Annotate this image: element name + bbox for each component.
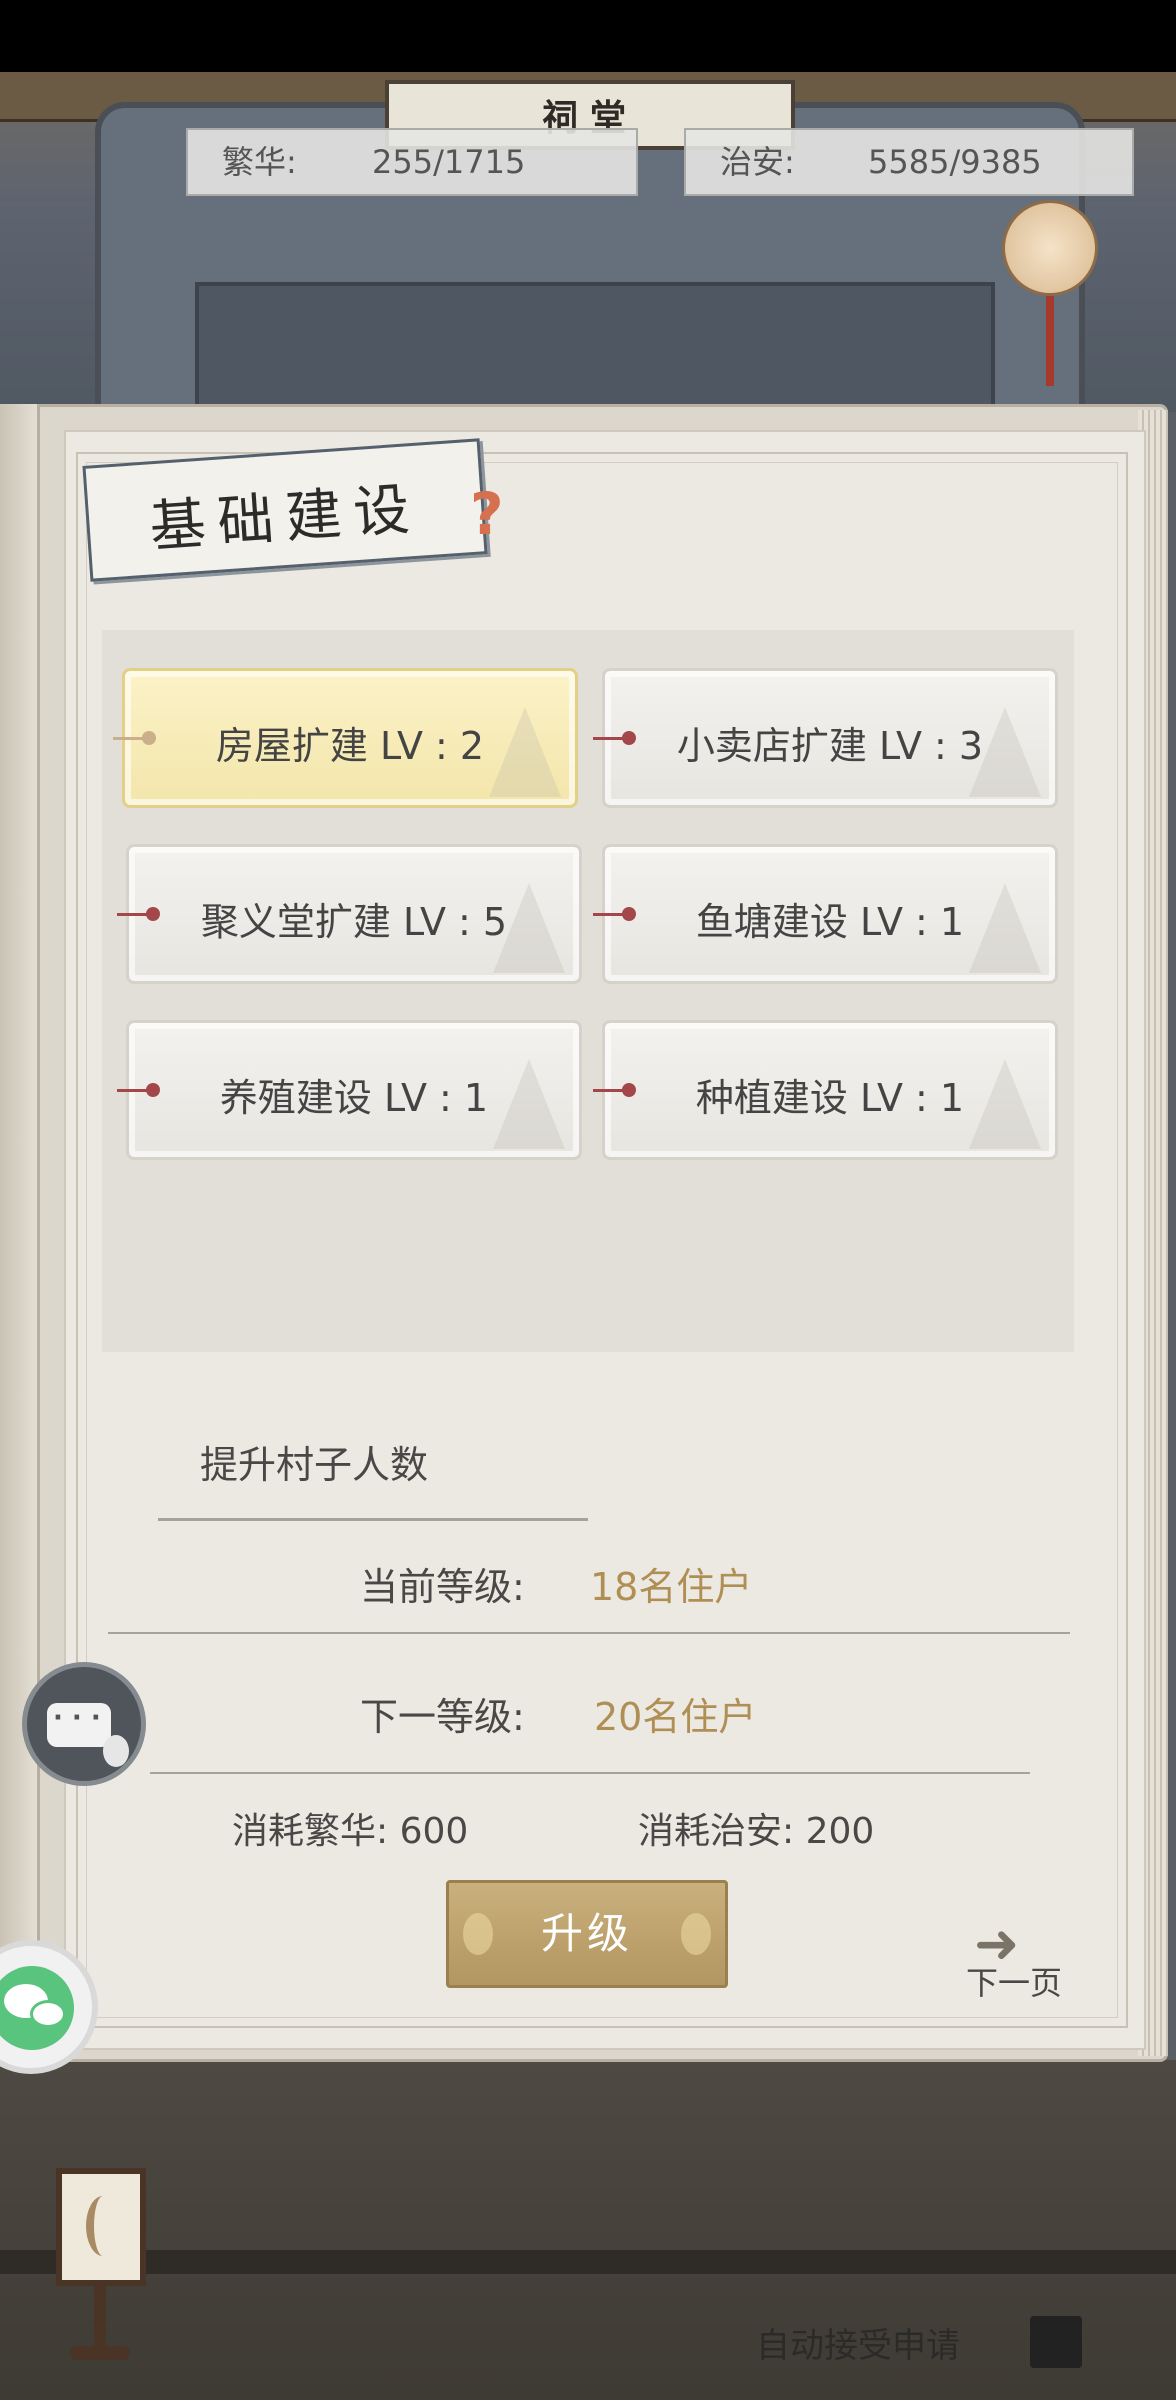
status-bar — [0, 0, 1176, 72]
current-level-label: 当前等级: — [360, 1565, 525, 1609]
lamp-icon — [56, 2168, 146, 2286]
help-icon[interactable]: ? — [470, 480, 504, 548]
building-button-farming[interactable]: 种植建设 LV : 1 — [593, 1020, 1058, 1160]
lamp-stand — [94, 2286, 106, 2350]
auto-accept-label: 自动接受申请 — [756, 2326, 960, 2366]
security-label: 治安: — [720, 143, 795, 181]
building-button-shop[interactable]: 小卖店扩建 LV : 3 — [593, 668, 1058, 808]
upgrade-description: 提升村子人数 — [200, 1443, 429, 1487]
chat-bubble-icon — [47, 1703, 111, 1747]
floor-scene — [0, 2060, 1176, 2400]
next-level-label: 下一等级: — [360, 1695, 525, 1739]
book-spine — [0, 404, 40, 2062]
chat-button[interactable] — [22, 1662, 146, 1786]
upgrade-button[interactable]: 升级 — [446, 1880, 728, 1988]
divider — [158, 1518, 588, 1521]
building-label: 种植建设 LV : 1 — [695, 1076, 965, 1120]
lamp-foot — [70, 2346, 130, 2360]
security-value: 5585/9385 — [868, 143, 1042, 181]
building-button-fishpond[interactable]: 鱼塘建设 LV : 1 — [593, 844, 1058, 984]
cost-prosperity: 消耗繁华: 600 — [232, 1811, 469, 1852]
prosperity-stat: 繁华: 255/1715 — [186, 128, 638, 196]
divider — [150, 1772, 1030, 1774]
building-label: 聚义堂扩建 LV : 5 — [200, 900, 508, 944]
lantern-icon — [1002, 200, 1098, 296]
current-level-value: 18名住户 — [590, 1565, 753, 1609]
building-button-livestock[interactable]: 养殖建设 LV : 1 — [117, 1020, 582, 1160]
security-stat: 治安: 5585/9385 — [684, 128, 1134, 196]
auto-accept-checkbox[interactable] — [1030, 2316, 1082, 2368]
prosperity-label: 繁华: — [222, 143, 297, 181]
lantern-tassel — [1046, 296, 1054, 386]
building-button-hall[interactable]: 聚义堂扩建 LV : 5 — [117, 844, 582, 984]
next-level-value: 20名住户 — [594, 1695, 757, 1739]
ornament-icon — [463, 1913, 493, 1955]
building-label: 房屋扩建 LV : 2 — [215, 724, 485, 768]
moon-icon — [86, 2196, 120, 2256]
floor-stripe — [0, 2250, 1176, 2274]
building-label: 鱼塘建设 LV : 1 — [695, 900, 965, 944]
divider — [108, 1632, 1070, 1634]
upgrade-label: 升级 — [540, 1909, 633, 1958]
next-page-button[interactable]: ➜ 下一页 — [964, 1906, 1084, 2002]
building-label: 养殖建设 LV : 1 — [219, 1076, 489, 1120]
panel-title: 基础建设 — [147, 476, 424, 561]
ancestral-hall-scene: 祠堂 — [0, 72, 1176, 482]
next-page-label: 下一页 — [966, 1964, 1063, 2002]
building-label: 小卖店扩建 LV : 3 — [676, 724, 984, 768]
gourd-icon — [103, 1735, 129, 1767]
building-button-house[interactable]: 房屋扩建 LV : 2 — [113, 668, 578, 808]
prosperity-value: 255/1715 — [372, 143, 526, 181]
cost-security: 消耗治安: 200 — [638, 1811, 875, 1852]
ornament-icon — [681, 1913, 711, 1955]
wechat-bubble-small — [30, 2000, 66, 2028]
